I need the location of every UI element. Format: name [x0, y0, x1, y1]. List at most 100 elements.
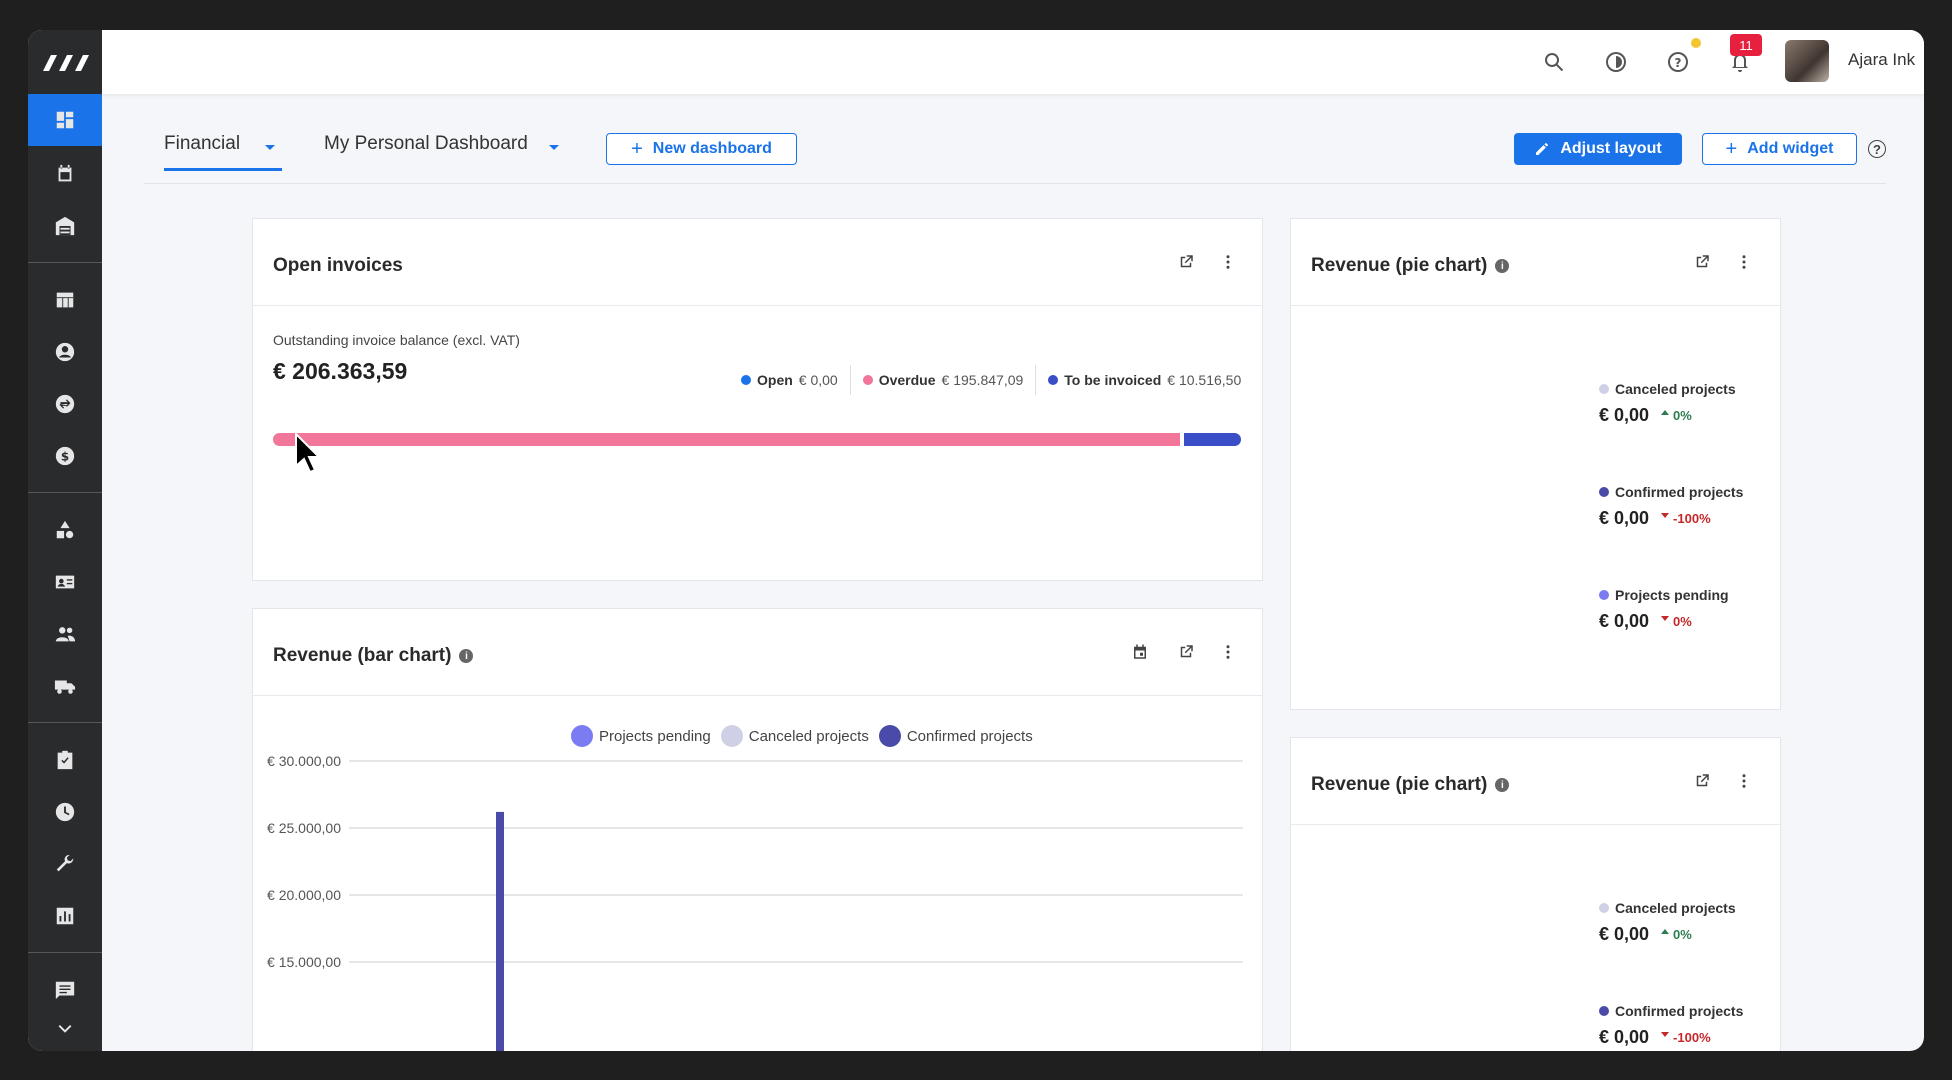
- sidebar-item-dashboard[interactable]: [28, 94, 102, 146]
- tab-personal-dashboard[interactable]: My Personal Dashboard: [324, 133, 528, 155]
- sidebar-item-time[interactable]: [28, 786, 102, 838]
- sidebar-item-tasks[interactable]: [28, 734, 102, 786]
- shapes-icon: [56, 520, 74, 539]
- open-external-button[interactable]: [1175, 251, 1197, 273]
- sidebar-item-messages[interactable]: [28, 964, 102, 1016]
- more-vertical-icon: [1742, 255, 1746, 269]
- legend-open: Open € 0,00: [741, 372, 838, 388]
- pie-legend-value: € 0,00 -100%: [1599, 508, 1711, 528]
- sidebar-item-warehouse[interactable]: [28, 200, 102, 252]
- chevron-down-icon: [58, 1024, 72, 1033]
- search-button[interactable]: [1540, 48, 1568, 76]
- sidebar-item-people[interactable]: [28, 608, 102, 660]
- revenue-bar-chart-card: Revenue (bar chart) i Projects pending C…: [252, 608, 1263, 1051]
- svg-text:?: ?: [1675, 56, 1682, 70]
- more-options-button[interactable]: [1217, 641, 1239, 663]
- balance-total: € 206.363,59: [273, 358, 408, 384]
- new-dashboard-button[interactable]: + New dashboard: [606, 133, 797, 165]
- more-options-button[interactable]: [1733, 251, 1755, 273]
- top-bar: [102, 30, 1924, 94]
- toolbar-divider: [144, 183, 1886, 184]
- legend-projects-pending[interactable]: Projects pending: [571, 725, 711, 747]
- revenue-pie-card-1: Revenue (pie chart) i Canceled projects …: [1290, 218, 1781, 710]
- sidebar-item-maintenance[interactable]: [28, 838, 102, 890]
- truck-icon: [54, 680, 76, 694]
- pie-legend-item: Projects pending: [1599, 587, 1729, 603]
- pie-legend-item: Confirmed projects: [1599, 484, 1743, 500]
- more-options-button[interactable]: [1733, 770, 1755, 792]
- invoice-legend: Open € 0,00 Overdue € 195.847,09 To be i…: [741, 365, 1241, 395]
- open-external-icon: [1180, 645, 1193, 658]
- sidebar-item-reports[interactable]: [28, 890, 102, 942]
- tab-financial[interactable]: Financial: [164, 133, 240, 155]
- add-widget-button[interactable]: + Add widget: [1702, 133, 1857, 165]
- swap-icon: [55, 394, 75, 414]
- help-button[interactable]: ?: [1664, 48, 1692, 76]
- new-dashboard-label: New dashboard: [652, 140, 772, 157]
- open-external-icon: [1180, 255, 1193, 268]
- tab-personal-caret-icon[interactable]: [549, 145, 559, 150]
- legend-swatch: [720, 725, 743, 747]
- date-range-button[interactable]: [1129, 641, 1151, 663]
- add-widget-label: Add widget: [1747, 140, 1834, 157]
- dashboard-help-icon[interactable]: ?: [1868, 140, 1886, 158]
- warehouse-icon: [55, 216, 75, 236]
- y-tick-label: € 15.000,00: [267, 954, 341, 970]
- avatar[interactable]: [1785, 40, 1829, 82]
- user-name[interactable]: Ajara Ink: [1848, 50, 1915, 70]
- card-title: Revenue (bar chart) i: [273, 645, 474, 667]
- card-title: Open invoices: [273, 255, 403, 276]
- legend-dot: [862, 375, 873, 385]
- more-vertical-icon: [1226, 255, 1230, 269]
- sidebar-item-crew[interactable]: [28, 556, 102, 608]
- more-options-button[interactable]: [1217, 251, 1239, 273]
- chart-legend: Projects pending Canceled projects Confi…: [571, 725, 1033, 747]
- help-indicator-dot: [1691, 38, 1701, 48]
- more-vertical-icon: [1226, 645, 1230, 659]
- pie-legend-item: Canceled projects: [1599, 900, 1736, 916]
- sidebar-item-contacts[interactable]: [28, 326, 102, 378]
- plus-icon: +: [1725, 138, 1738, 160]
- legend-confirmed-projects[interactable]: Confirmed projects: [878, 725, 1033, 747]
- active-tab-indicator: [164, 168, 282, 171]
- clock-icon: [55, 802, 75, 822]
- legend-canceled-projects[interactable]: Canceled projects: [720, 725, 869, 747]
- theme-button[interactable]: [1602, 48, 1630, 76]
- adjust-layout-button[interactable]: Adjust layout: [1514, 133, 1682, 165]
- help-circle-icon: ?: [1668, 52, 1688, 72]
- pie-legend-item: Canceled projects: [1599, 381, 1736, 397]
- card-header: Revenue (pie chart) i: [1291, 219, 1780, 306]
- sidebar-item-transfers[interactable]: [28, 378, 102, 430]
- sidebar-item-transport[interactable]: [28, 660, 102, 712]
- pie-legend-value: € 0,00 -100%: [1599, 1027, 1711, 1047]
- user-circle-icon: [55, 342, 75, 362]
- to-be-invoiced-bar-segment[interactable]: [1184, 433, 1241, 446]
- sidebar-item-calendar[interactable]: [28, 148, 102, 200]
- notification-badge: 11: [1730, 34, 1762, 56]
- bar-confirmed-projects[interactable]: [496, 811, 504, 1051]
- app-window: $ ? 11 Ajara Ink Financial My Personal D…: [28, 30, 1924, 1051]
- sidebar: $: [28, 30, 102, 1051]
- legend-dot: [1048, 375, 1059, 385]
- sidebar-item-financial[interactable]: $: [28, 430, 102, 482]
- sidebar-item-inventory[interactable]: [28, 504, 102, 556]
- bar-chart-icon: [56, 907, 74, 925]
- sidebar-item-planning[interactable]: [28, 274, 102, 326]
- y-tick-label: € 25.000,00: [267, 820, 341, 836]
- overdue-bar-segment[interactable]: [273, 433, 1180, 446]
- dashboard-icon: [56, 111, 74, 129]
- card-title: Revenue (pie chart) i: [1311, 255, 1510, 277]
- plus-icon: +: [631, 138, 643, 160]
- tab-financial-caret-icon[interactable]: [265, 145, 275, 150]
- open-external-button[interactable]: [1691, 770, 1713, 792]
- info-icon[interactable]: i: [1495, 259, 1510, 273]
- open-external-button[interactable]: [1175, 641, 1197, 663]
- open-external-button[interactable]: [1691, 251, 1713, 273]
- sidebar-expand[interactable]: [28, 1010, 102, 1050]
- info-icon[interactable]: i: [1495, 778, 1510, 792]
- info-icon[interactable]: i: [459, 649, 474, 663]
- contrast-icon: [1606, 52, 1626, 72]
- app-logo[interactable]: [28, 30, 102, 94]
- card-header: Revenue (bar chart) i: [253, 609, 1262, 696]
- more-vertical-icon: [1742, 774, 1746, 788]
